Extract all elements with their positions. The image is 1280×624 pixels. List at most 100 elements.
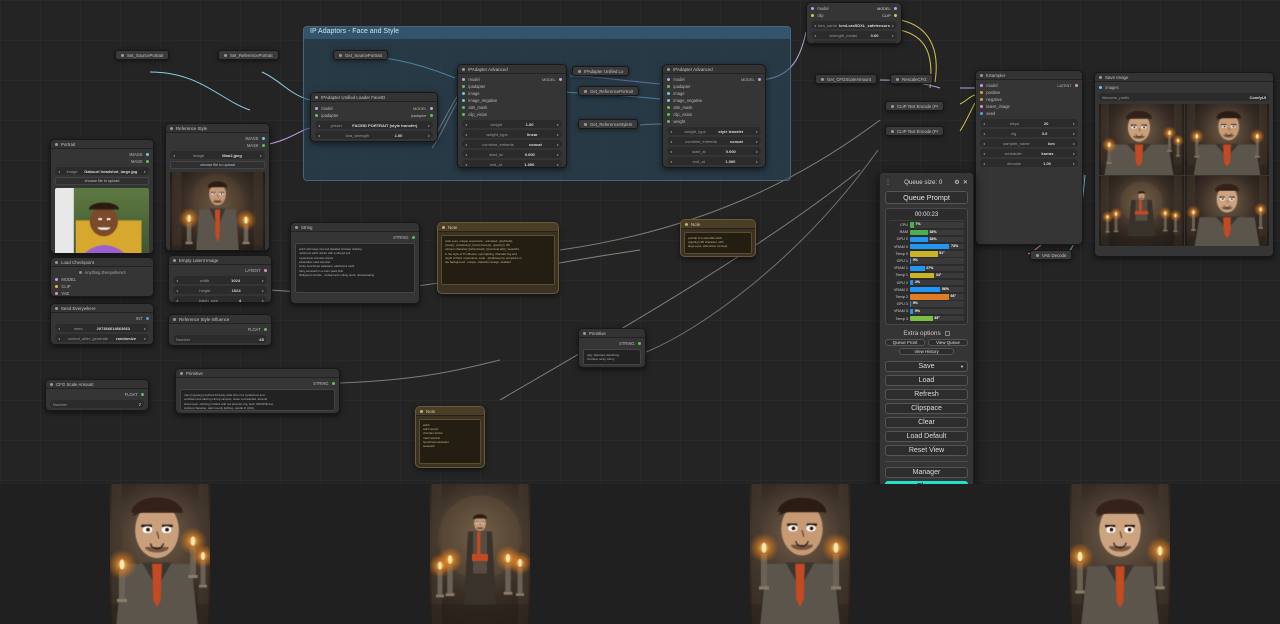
node-title-bar[interactable]: Primitive [579,329,645,338]
node-get-reference-portrait[interactable]: Get_ReferencePortrait [578,86,639,96]
widget-lora-name[interactable]: ◂lora_name lcmLoraSDXL_safetensors▸ [811,21,897,29]
widget-embeds-scaling[interactable]: ◂embeds_scalingV only▸ [667,167,761,168]
node-collapse-icon[interactable] [50,383,53,386]
node-collapse-icon[interactable] [1036,254,1039,257]
node-input-attn-mask[interactable]: attn_mask [667,104,761,111]
node-collapse-icon[interactable] [821,78,824,81]
node-input-image-negative[interactable]: image_negative [667,97,761,104]
widget-start-at[interactable]: ◂start_at0.000▸ [667,147,761,155]
node-output-float[interactable]: FLOAT [50,391,144,398]
node-clip-text-encode-positive[interactable]: CLIP Text Encode (Pr [885,101,944,111]
widget-batch-size[interactable]: ◂batch_size4▸ [173,296,267,303]
load-default-button[interactable]: Load Default [885,431,968,442]
chevron-down-icon[interactable]: ▼ [960,364,964,369]
widget-weight[interactable]: ◂weight1.00▸ [462,120,562,128]
node-collapse-icon[interactable] [55,307,58,310]
string-textarea[interactable]: witch with large hat and detailed intric… [295,243,415,293]
node-input-ipadapter[interactable]: ipadapter [462,83,562,90]
node-input-seed[interactable]: seed [980,110,1078,117]
node-title-bar[interactable]: Note [438,223,558,232]
node-title-bar[interactable]: Reference Style [166,124,269,133]
node-output-mask[interactable]: MASK [170,142,265,149]
queue-front-button[interactable]: Queue Front [885,339,925,346]
node-title-bar[interactable]: IPAdapter Advanced [663,65,765,74]
extra-options-row[interactable]: Extra options [885,330,968,337]
node-output-string[interactable]: STRING [180,380,335,387]
node-collapse-icon[interactable] [685,223,688,226]
node-get-cfg-scale-amount[interactable]: Get_CFGScaleAmount [815,74,877,84]
node-input-model[interactable]: model MODEL [462,76,562,83]
widget-image[interactable]: ◂imageGabourl headshot_large.jpg▸ [55,167,149,175]
output-thumb-3[interactable] [1099,176,1184,247]
upload-button-reference[interactable]: choose file to upload [170,161,265,169]
node-set-source-portrait[interactable]: Set_SourcePortrait [115,50,169,60]
node-collapse-icon[interactable] [224,54,227,57]
node-title-bar[interactable]: Empty Latent Image [169,256,271,265]
node-title-bar[interactable]: KSampler [976,71,1082,80]
node-collapse-icon[interactable] [442,226,445,229]
note-text[interactable]: portrait of a adorable witch ((quirky)) … [684,232,752,254]
node-collapse-icon[interactable] [180,372,183,375]
node-output-mask[interactable]: MASK [55,158,149,165]
node-title-bar[interactable]: Reference Style Influence [169,315,271,324]
widget-height[interactable]: ◂height1024▸ [173,286,267,294]
note-text[interactable]: wide eyes, unique expression , animated,… [441,235,555,285]
primitive-textarea[interactable]: ugly, distorted, disturbing, horrified, … [583,349,641,365]
save-button[interactable]: Save ▼ [885,361,968,372]
view-history-button[interactable]: View History [899,348,954,355]
node-get-source-portrait[interactable]: Get_SourcePortrait [333,50,388,60]
strip-image-3[interactable] [750,484,850,624]
node-note-list[interactable]: Note witch witch doctor victorian doctor… [415,406,485,468]
node-input-model[interactable]: model MODEL [811,5,897,12]
node-title-bar[interactable]: Note [681,220,755,229]
widget-provider[interactable]: ◂provider CPU▸ [315,141,433,142]
node-input-clip-vision[interactable]: clip_vision [462,111,562,118]
menu-drag-handle[interactable]: ⋮ [885,179,892,186]
node-input-latent-image[interactable]: latent_image [980,103,1078,110]
strip-image-1[interactable] [110,484,210,624]
node-input-image-negative[interactable]: image_negative [462,97,562,104]
node-output-model[interactable]: MODEL [55,276,149,283]
note-text[interactable]: witch witch doctor victorian doctor mad … [419,419,481,464]
node-note-center[interactable]: Note wide eyes, unique expression , anim… [437,222,559,294]
node-ipadapter-advanced-2[interactable]: IPAdapter Advanced model MODEL ipadapter… [662,64,766,168]
widget-weight-type[interactable]: ◂weight_typestyle transfer▸ [667,127,761,135]
node-collapse-icon[interactable] [583,332,586,335]
node-collapse-icon[interactable] [584,90,587,93]
node-input-negative[interactable]: negative [980,96,1078,103]
node-primitive-negative[interactable]: Primitive STRING ugly, distorted, distur… [578,328,646,368]
node-output-clip[interactable]: CLIP [55,283,149,290]
node-collapse-icon[interactable] [1099,76,1102,79]
node-input-attn-mask[interactable]: attn_mask [462,104,562,111]
widget-control-after-generate[interactable]: ◂control_after_generaterandomize▸ [55,334,149,342]
widget-number[interactable]: Number.65 [173,335,267,343]
node-title-bar[interactable]: Load Checkpoint [51,258,153,267]
node-get-reference-style-influence[interactable]: Get_ReferenceStyleIn [578,119,638,129]
node-rescale-cfg[interactable]: RescaleCFG [890,74,933,84]
primitive-textarea[interactable]: man ((spooky)),stylized full body wide s… [180,389,335,411]
node-title-bar[interactable]: String [291,223,419,232]
node-empty-latent-image[interactable]: Empty Latent Image LATENT ◂width1024▸ ◂h… [168,255,272,303]
widget-number[interactable]: Number7 [50,400,144,408]
node-ksampler[interactable]: KSampler model LATENT positive negative … [975,70,1083,245]
node-input-model[interactable]: model MODEL [315,105,433,112]
widget-combine-embeds[interactable]: ◂combine_embedsconcat▸ [462,140,562,148]
node-title-bar[interactable]: Save Image [1095,73,1273,82]
node-input-images[interactable]: images [1099,84,1269,91]
node-reference-style-influence[interactable]: Reference Style Influence FLOAT Number.6… [168,314,272,346]
load-button[interactable]: Load [885,375,968,386]
node-save-image[interactable]: Save Image images filename_prefix ComfyU… [1094,72,1274,257]
node-input-image[interactable]: image [667,90,761,97]
clipspace-button[interactable]: Clipspace [885,403,968,414]
workflow-canvas[interactable]: IP Adaptors - Face and Style Set_SourceP… [0,0,1280,484]
node-collapse-icon[interactable] [121,54,124,57]
node-title-bar[interactable]: Primitive [176,369,339,378]
node-output-image[interactable]: IMAGE [170,135,265,142]
manager-button[interactable]: Manager [885,467,968,478]
node-output-string[interactable]: STRING [583,340,641,347]
node-title-bar[interactable]: Note [416,407,484,416]
widget-scheduler[interactable]: ◂schedulerkarras▸ [980,149,1078,157]
node-title-bar[interactable]: Portrait [51,140,153,149]
node-collapse-icon[interactable] [578,70,581,73]
node-output-image[interactable]: IMAGE [55,151,149,158]
